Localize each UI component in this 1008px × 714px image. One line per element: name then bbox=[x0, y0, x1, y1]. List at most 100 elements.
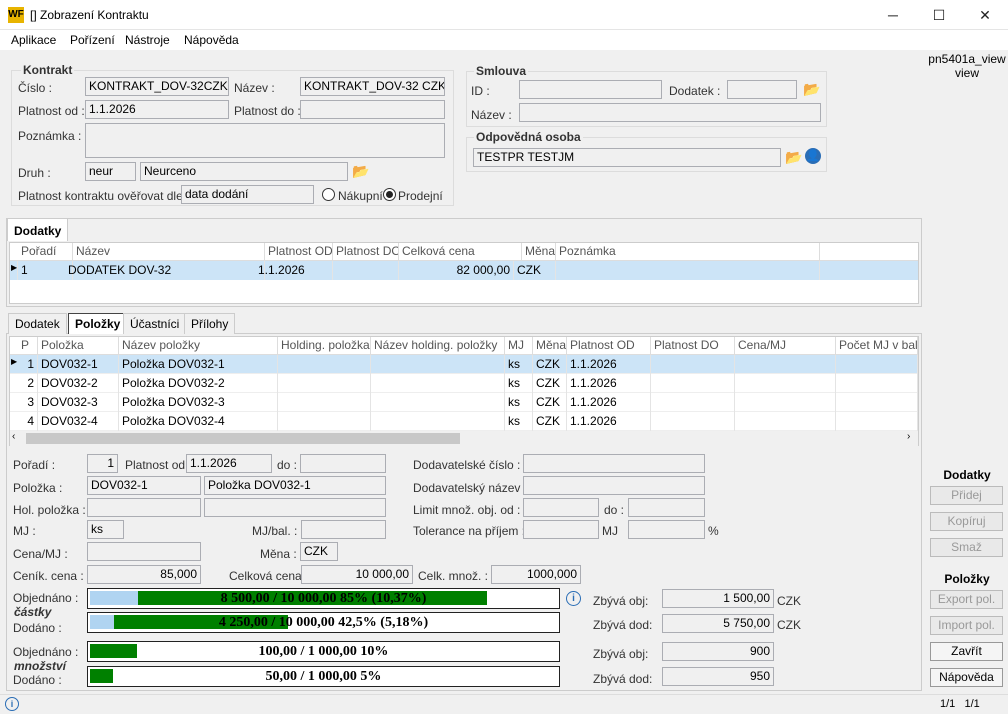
cislo-label: Číslo : bbox=[18, 81, 53, 95]
poradi-field[interactable]: 1 bbox=[87, 454, 118, 473]
m-zbyva-obj-field[interactable]: 900 bbox=[662, 642, 774, 661]
smlouva-nazev-label: Název : bbox=[471, 108, 512, 122]
import-button[interactable]: Import pol. bbox=[930, 616, 1003, 635]
col-mena[interactable]: Měna bbox=[533, 337, 567, 354]
tab-dodatky[interactable]: Dodatky bbox=[7, 218, 69, 241]
col-celkova-cena[interactable]: Celková cena bbox=[399, 243, 522, 260]
close-button[interactable]: ✕ bbox=[962, 0, 1008, 30]
table-row[interactable]: 4 DOV032-4 Položka DOV032-4 ks CZK 1.1.2026 bbox=[10, 412, 918, 431]
maximize-button[interactable]: ☐ bbox=[916, 0, 962, 30]
pridej-button[interactable]: Přidej bbox=[930, 486, 1003, 505]
napoveda-button[interactable]: Nápověda bbox=[930, 668, 1003, 687]
col-pocet-mj[interactable]: Počet MJ v bal. bbox=[836, 337, 918, 354]
col-platnost-do[interactable]: Platnost DO bbox=[651, 337, 735, 354]
c-zbyva-obj-label: Zbývá obj: bbox=[593, 594, 649, 608]
hol-polozka-nazev-field[interactable] bbox=[204, 498, 386, 517]
cenik-field[interactable]: 85,000 bbox=[87, 565, 201, 584]
limit-od-field[interactable] bbox=[523, 498, 599, 517]
tolerance-field[interactable] bbox=[523, 520, 599, 539]
table-cell bbox=[651, 393, 735, 412]
col-nazev-holding[interactable]: Název holding. položky bbox=[371, 337, 505, 354]
nazev-field[interactable]: KONTRAKT_DOV-32 CZK bbox=[300, 77, 445, 96]
horizontal-scrollbar[interactable]: ‹ › bbox=[10, 431, 918, 446]
person-icon[interactable]: 👤 bbox=[805, 148, 821, 164]
menu-nastroje[interactable]: Nástroje bbox=[125, 33, 170, 47]
m-zbyva-dod-field[interactable]: 950 bbox=[662, 667, 774, 686]
platnost-do-field[interactable] bbox=[300, 100, 445, 119]
mnozstvi-dodano-bar: 50,00 / 1 000,00 5% bbox=[87, 666, 560, 687]
kopiruj-button[interactable]: Kopíruj bbox=[930, 512, 1003, 531]
polozka-nazev-field[interactable]: Položka DOV032-1 bbox=[204, 476, 386, 495]
status-info-icon[interactable]: i bbox=[5, 697, 19, 711]
tab-dodatek[interactable]: Dodatek bbox=[8, 313, 67, 334]
folder-open-icon[interactable]: 📂 bbox=[785, 150, 802, 164]
tolerance-pct-field[interactable] bbox=[628, 520, 705, 539]
dod-nazev-field[interactable] bbox=[523, 476, 705, 495]
export-button[interactable]: Export pol. bbox=[930, 590, 1003, 609]
prodejni-radio[interactable] bbox=[383, 188, 396, 201]
table-row[interactable]: ▶ 1 DOV032-1 Položka DOV032-1 ks CZK 1.1.2026 bbox=[10, 355, 918, 374]
col-poznamka[interactable]: Poznámka bbox=[556, 243, 820, 260]
col-holding-polozka[interactable]: Holding. položka bbox=[278, 337, 371, 354]
col-platnost-od[interactable]: Platnost OD bbox=[567, 337, 651, 354]
col-cena-mj[interactable]: Cena/MJ bbox=[735, 337, 836, 354]
table-cell bbox=[278, 374, 371, 393]
smlouva-id-field[interactable] bbox=[519, 80, 662, 99]
limit-do-field[interactable] bbox=[628, 498, 705, 517]
menu-porizeni[interactable]: Pořízení bbox=[70, 33, 115, 47]
col-polozka[interactable]: Položka bbox=[38, 337, 119, 354]
c-zbyva-obj-field[interactable]: 1 500,00 bbox=[662, 589, 774, 608]
col-mena[interactable]: Měna bbox=[522, 243, 556, 260]
col-nazev[interactable]: Název bbox=[73, 243, 265, 260]
scroll-right-icon[interactable]: › bbox=[907, 431, 910, 442]
platnost-od-field[interactable]: 1.1.2026 bbox=[85, 100, 229, 119]
tab-prilohy[interactable]: Přílohy bbox=[184, 313, 236, 334]
table-cell bbox=[278, 355, 371, 374]
smlouva-nazev-field[interactable] bbox=[519, 103, 821, 122]
dod-cislo-field[interactable] bbox=[523, 454, 705, 473]
zavrit-button[interactable]: Zavřít bbox=[930, 642, 1003, 661]
osoba-field[interactable]: TESTPR TESTJM bbox=[473, 148, 781, 167]
tab-polozky[interactable]: Položky bbox=[68, 313, 128, 334]
col-platnost-do[interactable]: Platnost DO bbox=[333, 243, 399, 260]
c-zbyva-dod-field[interactable]: 5 750,00 bbox=[662, 614, 774, 633]
col-mj[interactable]: MJ bbox=[505, 337, 533, 354]
col-poradi[interactable]: Pořadí bbox=[18, 243, 73, 260]
table-row[interactable]: ▶ 1 DODATEK DOV-32 1.1.2026 82 000,00 CZ… bbox=[10, 261, 918, 280]
tab-ucastnici[interactable]: Účastníci bbox=[123, 313, 187, 334]
detail-platnost-od-field[interactable]: 1.1.2026 bbox=[186, 454, 272, 473]
minimize-button[interactable]: ─ bbox=[870, 0, 916, 30]
folder-open-icon[interactable]: 📂 bbox=[803, 82, 820, 96]
smaz-button[interactable]: Smaž bbox=[930, 538, 1003, 557]
table-row[interactable]: 2 DOV032-2 Položka DOV032-2 ks CZK 1.1.2026 bbox=[10, 374, 918, 393]
menu-napoveda[interactable]: Nápověda bbox=[184, 33, 239, 47]
smlouva-dodatek-field[interactable] bbox=[727, 80, 797, 99]
table-cell bbox=[278, 412, 371, 431]
cislo-field[interactable]: KONTRAKT_DOV-32CZK bbox=[85, 77, 229, 96]
poznamka-field[interactable] bbox=[85, 123, 445, 158]
hol-polozka-field[interactable] bbox=[87, 498, 201, 517]
scrollbar-thumb[interactable] bbox=[26, 433, 460, 444]
mj-field[interactable]: ks bbox=[87, 520, 124, 539]
menu-aplikace[interactable]: Aplikace bbox=[11, 33, 56, 47]
detail-do-field[interactable] bbox=[300, 454, 386, 473]
druh-field[interactable]: Neurceno bbox=[140, 162, 348, 181]
folder-open-icon[interactable]: 📂 bbox=[352, 164, 369, 178]
mnozstvi-label: množství bbox=[14, 659, 67, 673]
celkmnoz-field[interactable]: 1000,000 bbox=[491, 565, 581, 584]
mena-field[interactable]: CZK bbox=[300, 542, 338, 561]
celkova-field[interactable]: 10 000,00 bbox=[301, 565, 413, 584]
col-p[interactable]: P bbox=[18, 337, 38, 354]
overovat-field[interactable]: data dodání bbox=[181, 185, 314, 204]
polozka-field[interactable]: DOV032-1 bbox=[87, 476, 201, 495]
cenamj-field[interactable] bbox=[87, 542, 201, 561]
table-row[interactable]: 3 DOV032-3 Položka DOV032-3 ks CZK 1.1.2026 bbox=[10, 393, 918, 412]
druh-code-field[interactable]: neur bbox=[85, 162, 136, 181]
mjbal-field[interactable] bbox=[301, 520, 386, 539]
nakupni-radio[interactable] bbox=[322, 188, 335, 201]
col-nazev-polozky[interactable]: Název položky bbox=[119, 337, 278, 354]
info-icon[interactable]: i bbox=[566, 591, 581, 606]
kontrakt-group-label: Kontrakt bbox=[21, 63, 75, 77]
col-platnost-od[interactable]: Platnost OD bbox=[265, 243, 333, 260]
scroll-left-icon[interactable]: ‹ bbox=[12, 431, 15, 442]
